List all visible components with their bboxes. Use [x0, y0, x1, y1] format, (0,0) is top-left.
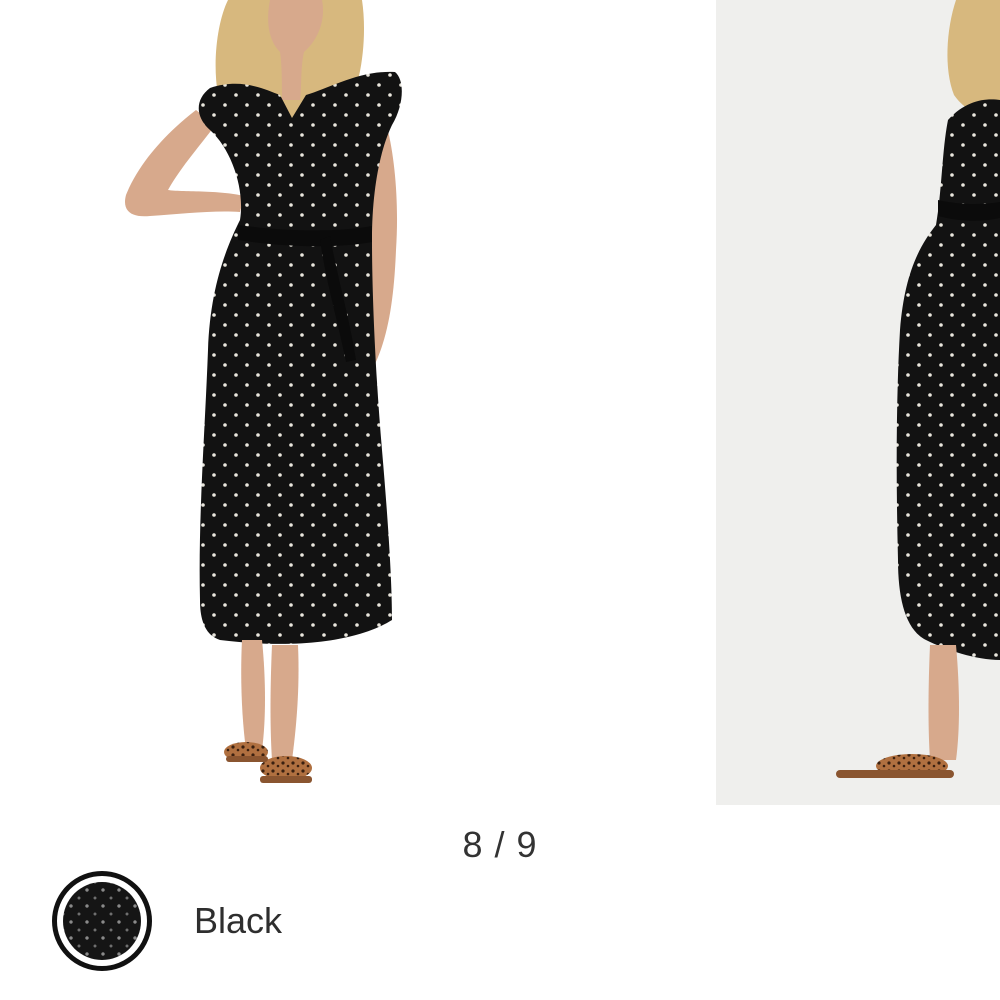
- image-carousel[interactable]: [0, 0, 1000, 805]
- carousel-slide-next[interactable]: [716, 0, 1000, 805]
- color-swatch-black[interactable]: [52, 871, 152, 971]
- swatch-pattern: [63, 882, 141, 960]
- product-photo-model-side: [716, 0, 1000, 805]
- carousel-slide-current[interactable]: [0, 0, 580, 805]
- color-selector: Black: [52, 866, 282, 976]
- product-photo-model-front: [125, 0, 402, 783]
- carousel-pager: 8 / 9: [462, 824, 538, 865]
- color-name-label: Black: [194, 900, 283, 941]
- product-gallery-page: 8 / 9 Black: [0, 0, 1000, 1000]
